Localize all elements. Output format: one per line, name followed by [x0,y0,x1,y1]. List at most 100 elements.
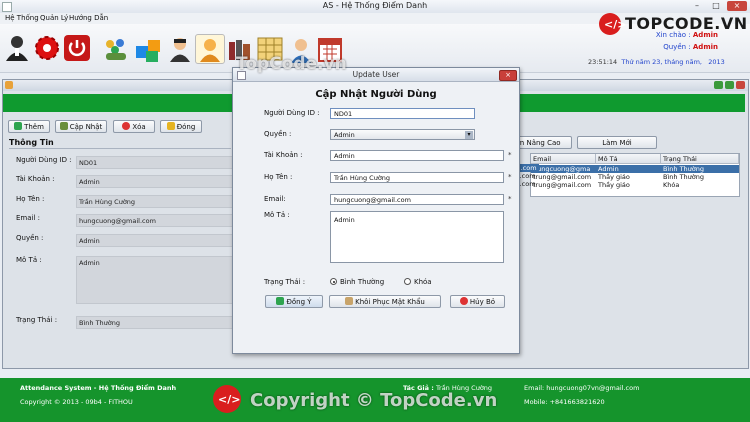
dialog-label-user-id: Người Dùng ID : [264,109,320,117]
refresh-button[interactable]: Làm Mới [577,136,657,149]
dialog-label-account: Tài Khoản : [264,151,303,159]
dialog-label-status: Trạng Thái : [264,278,306,286]
info-divider [9,148,231,149]
column-header-email[interactable]: Email [531,154,596,164]
required-mark: * [508,151,512,159]
status-normal-radio[interactable] [330,278,337,285]
cell-description: Admin [598,165,619,173]
table-row[interactable]: trung@gmail.com Thầy giáo Khóa [531,181,739,189]
menu-help[interactable]: Hướng Dẫn [69,14,108,22]
clock: 23:51:14 Thứ năm 23, tháng năm, 2013 [588,58,725,66]
cell-email: trung@gmail.com [533,181,592,189]
close-label: Đóng [176,123,196,131]
cell-description: Thầy giáo [598,173,630,181]
footer-system: Attendance System - Hệ Thống Điểm Danh [20,384,177,392]
svg-text:</>: </> [604,18,626,31]
menu-system[interactable]: Hệ Thống [5,14,39,22]
group-icon[interactable] [102,36,130,62]
dialog-fullname-input[interactable]: Trần Hùng Cường [330,172,504,183]
column-header-description[interactable]: Mô Tả [596,154,661,164]
frame-minimize-button[interactable] [714,81,723,89]
add-button[interactable]: Thêm [8,120,50,133]
account-field[interactable]: Admin [76,175,233,188]
dialog-user-id-input[interactable]: ND01 [330,108,475,119]
status-locked-label: Khóa [414,278,432,286]
watermark-top: TopCode.vn [236,54,347,74]
required-mark: * [508,173,512,181]
role-field[interactable]: Admin [76,234,233,247]
label-role: Quyền : [16,234,44,242]
reset-password-button[interactable]: Khôi Phục Mật Khẩu [329,295,441,308]
close-icon [166,122,175,130]
delete-label: Xóa [132,123,146,131]
window-title: AS - Hệ Thống Điểm Danh [322,1,428,10]
cell-description: Thầy giáo [598,181,630,189]
dialog-ok-button[interactable]: Đồng Ý [265,295,323,308]
dialog-ok-label: Đồng Ý [286,298,312,306]
footer-mobile: Mobile: +841663821620 [524,398,605,406]
delete-button[interactable]: Xóa [113,120,155,133]
table-row[interactable]: trung@gmail.com Thầy giáo Bình Thường [531,173,739,181]
dialog-account-input[interactable]: Admin [330,150,504,161]
cell-email: hungcuong@gma [533,165,591,173]
maximize-button[interactable]: □ [707,1,725,11]
frame-close-button[interactable] [736,81,745,89]
cell-status: Bình Thường [663,165,705,173]
key-icon [345,297,354,305]
status-locked-radio[interactable] [404,278,411,285]
status-field[interactable]: Bình Thường [76,316,233,329]
close-button[interactable]: Đóng [160,120,202,133]
dialog-label-description: Mô Tả : [264,211,290,219]
menu-manage[interactable]: Quản Lý [40,14,68,22]
settings-gear-icon[interactable] [33,34,61,62]
close-window-button[interactable]: × [727,1,747,11]
radio-dot [332,280,335,283]
check-icon [276,297,285,305]
watermark-bottom: Copyright © TopCode.vn [250,390,498,411]
cell-status: Bình Thường [663,173,705,181]
role-prefix: Quyền : [663,43,691,51]
clock-time: 23:51:14 [588,58,618,66]
dialog-email-input[interactable]: hungcuong@gmail.com [330,194,504,205]
dialog-cancel-label: Hủy Bỏ [469,298,496,306]
minimize-button[interactable]: – [688,1,706,11]
add-icon [14,122,23,130]
label-status: Trạng Thái : [16,316,58,324]
add-label: Thêm [24,123,44,131]
description-field[interactable]: Admin [76,256,233,304]
role-value: Admin [692,43,718,51]
fullname-field[interactable]: Trần Hùng Cường [76,195,233,208]
user-id-field[interactable]: ND01 [76,156,233,169]
update-user-dialog: Update User × Cập Nhật Người Dùng Người … [232,67,520,354]
footer-logo: </> [212,384,242,414]
label-account: Tài Khoản : [16,175,55,183]
label-fullname: Họ Tên : [16,195,45,203]
status-normal-label: Bình Thường [340,278,385,286]
required-mark: * [508,195,512,203]
dialog-close-button[interactable]: × [499,70,517,81]
cell-email: trung@gmail.com [533,173,592,181]
role-display: Quyền : Admin [640,43,718,51]
clock-date: Thứ năm 23, tháng năm, [621,58,702,66]
update-icon [59,122,68,130]
user-orange-icon[interactable] [195,34,225,64]
boxes-icon[interactable] [133,36,163,64]
dialog-description-textarea[interactable]: Admin [330,211,504,263]
cancel-icon [459,297,468,305]
table-row[interactable]: hungcuong@gma Admin Bình Thường [531,165,739,173]
power-icon[interactable] [63,34,91,62]
clock-year: 2013 [708,58,725,66]
label-description: Mô Tả : [16,256,42,264]
email-field[interactable]: hungcuong@gmail.com [76,214,233,227]
user-icon[interactable] [4,34,30,62]
label-email: Email : [16,214,41,222]
frame-maximize-button[interactable] [725,81,734,89]
frame-menu-icon[interactable] [5,81,13,89]
agent-icon[interactable] [167,35,193,63]
column-header-status[interactable]: Trạng Thái [661,154,739,164]
dialog-role-select[interactable]: Admin ▾ [330,129,475,140]
dialog-cancel-button[interactable]: Hủy Bỏ [450,295,505,308]
update-button[interactable]: Cập Nhật [55,120,107,133]
update-label: Cập Nhật [69,123,103,131]
users-table: Email Mô Tả Trạng Thái hungcuong@gma Adm… [530,153,740,197]
